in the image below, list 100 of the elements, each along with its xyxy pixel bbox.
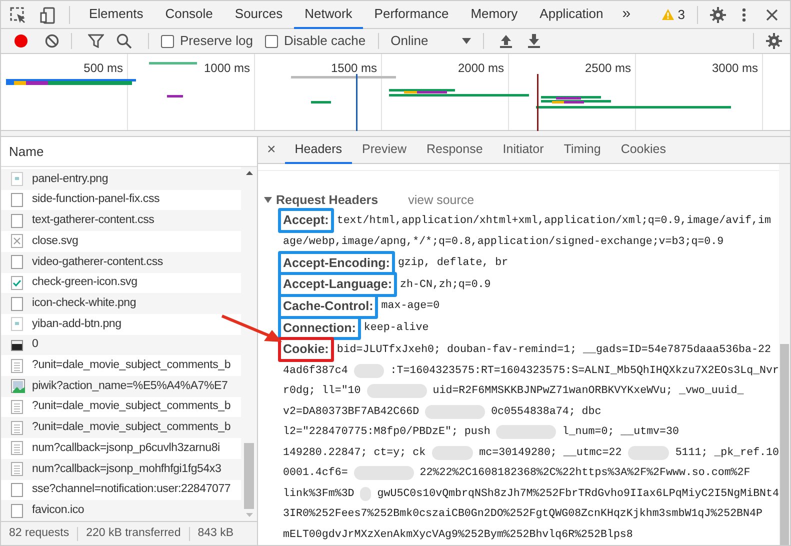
close-icon[interactable] [766,8,778,20]
clear-icon[interactable] [45,34,59,48]
request-name[interactable]: check-green-icon.svg [32,274,138,292]
warnings-button[interactable]: 3 [654,4,693,24]
header-value: r0dg; ll="10 [283,384,361,400]
checkbox-label: Preserve log [180,32,253,50]
header-value: keep-alive [364,320,429,336]
request-name[interactable]: side-function-panel-fix.css [32,191,160,209]
scrollbar[interactable] [779,164,790,545]
file-icon [11,193,25,208]
header-value: gzip, deflate, br [398,256,508,271]
image-file-icon [11,172,25,186]
detail-tab[interactable]: Initiator [492,136,554,164]
file-icon [11,482,25,497]
check-file-icon [11,276,25,290]
document-icon [11,441,25,456]
more-tabs-button[interactable]: » [614,3,639,26]
header-value: 22%22%2C1608182368%2C%22https%3A%2F%2Fwww.so.com%2F [420,466,750,482]
header-value: 5111; _pk_ref.10 [675,446,779,461]
request-name[interactable]: ?unit=dale_movie_subject_comments_b [32,398,231,416]
document-icon [11,462,25,476]
download-icon[interactable] [528,34,540,48]
settings-icon[interactable] [766,33,782,49]
header-value: uid=R2F6MMSKKBJNPwZ71wanORBKVYKxeWVu; _vwo_uuid_ [432,384,744,400]
close-button[interactable]: × [258,138,285,162]
header-value: bid=JLUTfxJxeh0; douban-fav-remind=1; __gads=ID=54e7875daaa536ba-22 [336,342,771,358]
record-icon[interactable] [13,33,29,49]
time-tick-label: 1500 ms [330,60,377,77]
request-name[interactable]: sse?channel=notification:user:22847077 [32,481,231,499]
panel-tab[interactable]: Console [154,0,224,28]
redaction-smudge [354,364,384,378]
panel-tab[interactable]: Elements [78,0,154,28]
filter-icon[interactable] [88,34,104,48]
inspect-icon[interactable] [9,6,27,24]
picture-icon [11,379,25,394]
header-value: zh-CN,zh;q=0.9 [400,278,491,293]
warning-count: 3 [678,6,685,24]
search-icon[interactable] [116,33,132,49]
summary-text: 82 requests [8,526,70,541]
redaction-smudge [628,446,670,460]
panel-tab[interactable]: Memory [460,0,529,28]
document-icon [11,400,25,414]
redaction-smudge [496,425,556,440]
header-value: 149280.22847; ct=y; ck [283,446,426,461]
upload-icon[interactable] [500,34,512,48]
header-value: 4ad6f387c4 [283,364,348,379]
panel-tab[interactable]: Sources [224,0,294,28]
expand-triangle-icon[interactable] [264,196,272,204]
view-source-link[interactable]: view source [408,191,474,210]
detail-tab[interactable]: Response [416,136,493,164]
scroll-down-icon [246,513,252,517]
request-name[interactable]: favicon.ico [32,502,84,520]
more-options-icon[interactable] [742,6,746,22]
redaction-smudge [425,404,486,419]
detail-tab[interactable]: Headers [284,136,352,164]
header-name: Connection: [278,316,361,340]
header-value: link%3Fm%3D [283,486,354,502]
arrow-annotation [220,314,284,344]
header-value: mELT00gdvJrMXzXenAkmXycVAg9%252Bym%252Bhvlq6R%252Blps8 [283,528,633,543]
request-name[interactable]: close.svg [32,232,78,250]
throttling-dropdown[interactable]: Online [386,31,471,51]
detail-tab[interactable]: Preview [352,136,416,164]
file-icon [11,214,25,228]
scrollbar-thumb[interactable] [780,344,789,545]
request-name[interactable]: ?unit=dale_movie_subject_comments_b [32,357,231,374]
warning-icon [662,9,674,20]
header-name: Cache-Control: [278,294,378,319]
checkbox[interactable] [264,34,278,48]
panel-tab[interactable]: Performance [363,0,460,28]
request-name[interactable]: num?callback=jsonp_p6cuvlh3zarnu8i [32,440,220,458]
time-tick-label: 1000 ms [204,60,250,77]
settings-icon[interactable] [710,6,726,22]
time-tick-label: 3000 ms [712,60,758,77]
header-value: 3IR0%252Fees7%252Bmk0cszaiCB0Gn2DO%252FgtQWG08ZcnKHqzKjkhm3smbW1qJ%252BN4P [283,507,762,522]
header-value: gwU5C0s10vQmbrqNSh8zJh7M%252FbrTRdGvho9IIax6LPqMiyC2I5NgMiBNt4 [377,486,779,502]
header-value: 0c0554838a74; dbc [491,404,602,420]
document-icon [11,420,25,435]
time-tick-label: 2000 ms [458,60,504,77]
header-value: :T=1604323575:RT=1604323575:S=ALNI_Mb5QhIHQXkzu7X2EOs3Lq_Nvr [390,364,779,379]
scrollbar[interactable] [241,167,257,521]
header-value: v2=DA80373BF7AB42C66D [283,404,420,420]
request-name[interactable]: yiban-add-btn.png [32,316,122,333]
caret-icon [462,38,471,44]
header-value: max-age=0 [381,299,440,314]
header-name: Accept-Encoding: [278,250,395,276]
header-name: Cookie: [278,337,334,362]
checkbox[interactable] [161,34,174,48]
detail-tab[interactable]: Cookies [610,136,676,164]
scroll-up-icon [246,171,252,175]
header-value: age/webp,image/apng,*/*;q=0.8,application/signed-exchange;v=b3;q=0.9 [283,234,724,250]
scrollbar-thumb[interactable] [244,443,254,509]
request-name[interactable]: 0 [32,336,38,354]
checkbox-label: Disable cache [284,32,366,50]
redaction-smudge [432,446,474,460]
time-tick-label: 2500 ms [584,60,631,77]
device-toolbar-icon[interactable] [39,6,57,24]
panel-tab[interactable]: Application [528,0,614,28]
detail-tab[interactable]: Timing [554,136,611,164]
time-tick-label: 500 ms [84,60,123,77]
header-value: l_num=0; __utmv=30 [562,425,679,440]
